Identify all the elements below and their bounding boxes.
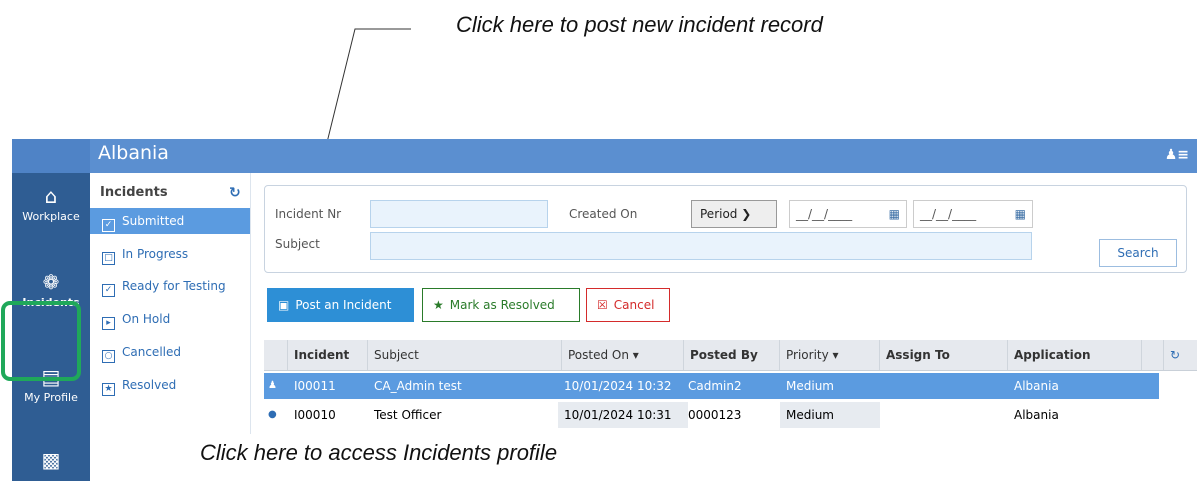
incident-nr-label: Incident Nr [275, 207, 342, 221]
nav-item-label: Workplace [22, 210, 80, 223]
post-incident-label: Post an Incident [295, 298, 392, 312]
assign-icon: ♟ [268, 380, 277, 391]
cell-posted-by: 0000123 [688, 408, 742, 422]
cancelled-icon: ○ [102, 350, 115, 363]
status-icon: ● [268, 409, 277, 420]
cell-subject: Test Officer [374, 408, 442, 422]
submenu-title: Incidents [100, 185, 168, 200]
subject-input[interactable] [370, 232, 1032, 260]
cell-assign-to [880, 402, 1008, 428]
cell-subject: CA_Admin test [374, 379, 462, 393]
plus-icon: ▣ [278, 298, 290, 312]
user-menu-icon[interactable]: ♟≡ [1165, 147, 1189, 163]
cell-application: Albania [1014, 408, 1059, 422]
bottom-callout-text: Click here to access Incidents profile [200, 440, 558, 465]
cancel-icon: ☒ [597, 298, 608, 312]
cell-assign-to [880, 373, 1008, 399]
column-header-icon [264, 340, 288, 370]
date-to-value: __/__/____ [920, 207, 977, 221]
on-hold-icon: ▸ [102, 317, 115, 330]
cell-posted-by: Cadmin2 [688, 379, 742, 393]
help-icon: ▩ [41, 448, 61, 472]
submenu-item-label: Ready for Testing [122, 279, 226, 293]
submenu-item-label: In Progress [122, 247, 189, 261]
chevron-down-icon: ❯ [741, 207, 752, 221]
submenu-item-on-hold[interactable]: ▸ On Hold [90, 306, 250, 332]
cell-incident-no: I00010 [294, 408, 336, 422]
nav-item-workplace[interactable]: ⌂ Workplace [12, 185, 90, 223]
submenu-item-label: Cancelled [122, 345, 181, 359]
submitted-icon: ✓ [102, 219, 115, 232]
cell-application: Albania [1014, 379, 1059, 393]
in-progress-icon: □ [102, 252, 115, 265]
top-bar-left-strip [12, 139, 90, 173]
refresh-icon[interactable]: ↻ [229, 185, 241, 201]
submenu-item-in-progress[interactable]: □ In Progress [90, 241, 250, 267]
date-from-value: __/__/____ [796, 207, 853, 221]
column-header-spacer [1142, 340, 1164, 370]
ready-for-testing-icon: ✓ [102, 284, 115, 297]
cancel-label: Cancel [613, 298, 655, 312]
table-header: Incident No Subject Posted On ▾ Posted B… [264, 340, 1197, 392]
submenu-item-label: On Hold [122, 312, 171, 326]
cell-posted-on: 10/01/2024 10:32 [564, 379, 672, 393]
search-button[interactable]: Search [1099, 239, 1177, 267]
column-header-subject[interactable]: Subject [368, 340, 562, 370]
submenu-item-cancelled[interactable]: ○ Cancelled [90, 339, 250, 365]
cancel-button[interactable]: ☒ Cancel [586, 288, 670, 322]
subject-label: Subject [275, 237, 320, 251]
app-window: Albania ♟≡ ⌂ Workplace ❁ Incidents ▤ My … [12, 139, 1197, 481]
cell-posted-on: 10/01/2024 10:31 [558, 402, 688, 428]
column-header-application[interactable]: Application [1008, 340, 1142, 370]
calendar-icon[interactable]: ▦ [889, 201, 900, 227]
mark-as-resolved-label: Mark as Resolved [449, 298, 555, 312]
column-header-priority[interactable]: Priority ▾ [780, 340, 880, 370]
submenu-item-resolved[interactable]: ★ Resolved [90, 372, 250, 398]
created-on-label: Created On [569, 207, 638, 221]
period-select[interactable]: Period ❯ [691, 200, 777, 228]
submenu-item-label: Submitted [122, 214, 185, 228]
submenu-item-label: Resolved [122, 378, 177, 392]
column-header-posted-on[interactable]: Posted On ▾ [562, 340, 684, 370]
cell-incident-no: I00011 [294, 379, 336, 393]
incident-nr-input[interactable] [370, 200, 548, 228]
calendar-icon[interactable]: ▦ [1015, 201, 1026, 227]
bug-icon: ❁ [42, 270, 60, 294]
mark-as-resolved-button[interactable]: ★ Mark as Resolved [422, 288, 580, 322]
column-header-posted-by[interactable]: Posted By [684, 340, 780, 370]
page-title: Albania [98, 142, 169, 164]
date-to-input[interactable]: __/__/____ ▦ [913, 200, 1033, 228]
incidents-highlight-box [1, 301, 81, 381]
home-icon: ⌂ [44, 184, 58, 208]
table-row[interactable]: ♟ I00011 CA_Admin test 10/01/2024 10:32 … [264, 373, 1159, 399]
top-callout-text: Click here to post new incident record [456, 12, 823, 37]
resolved-icon: ★ [102, 383, 115, 396]
table-refresh-icon[interactable]: ↻ [1164, 340, 1194, 370]
nav-item-label: My Profile [24, 391, 78, 404]
date-from-input[interactable]: __/__/____ ▦ [789, 200, 907, 228]
top-bar: Albania ♟≡ [12, 139, 1197, 173]
post-incident-button[interactable]: ▣ Post an Incident [267, 288, 414, 322]
nav-item-help[interactable]: ▩ [12, 449, 90, 474]
submenu-item-ready-for-testing[interactable]: ✓ Ready for Testing [90, 273, 250, 299]
cell-priority: Medium [780, 402, 880, 428]
column-header-incident-no[interactable]: Incident No [288, 340, 368, 392]
filter-panel: Incident Nr Created On Period ❯ __/__/__… [264, 185, 1187, 273]
column-header-assign-to[interactable]: Assign To [880, 340, 1008, 370]
cell-priority: Medium [786, 379, 834, 393]
submenu-item-submitted[interactable]: ✓ Submitted [90, 208, 250, 234]
table-row[interactable]: ● I00010 Test Officer 10/01/2024 10:31 0… [264, 402, 1159, 429]
star-icon: ★ [433, 298, 444, 312]
period-select-value: Period [700, 207, 738, 221]
